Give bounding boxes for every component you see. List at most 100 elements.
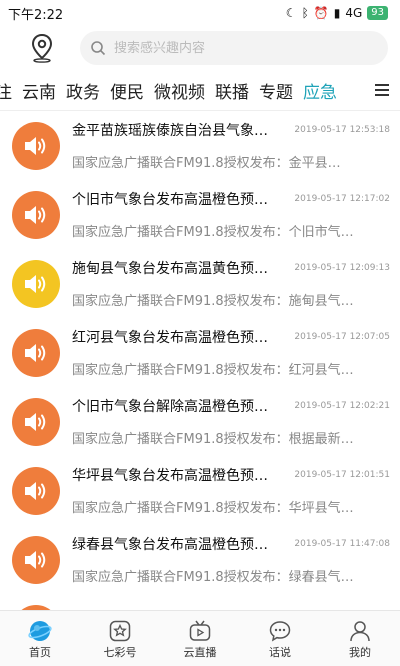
alert-list: 金平苗族瑶族傣族自治县气象… 2019-05-17 12:53:18 国家应急广播联… bbox=[0, 111, 400, 611]
item-time: 2019-05-17 12:07:05 bbox=[294, 332, 390, 342]
location-button[interactable] bbox=[26, 32, 58, 64]
tab-item[interactable]: 便民 bbox=[105, 78, 149, 103]
speaker-icon bbox=[25, 205, 46, 224]
hamburger-menu-icon bbox=[375, 84, 389, 96]
list-item[interactable]: 绿春县气象台发布高温橙色预… 2019-05-17 11:47:08 国家应急广播联… bbox=[0, 525, 400, 594]
item-title: 红河县气象台发布高温橙色预… bbox=[72, 330, 268, 346]
tab-item[interactable]: 专题 bbox=[254, 78, 298, 103]
header bbox=[0, 26, 400, 70]
status-bar: 下午2:22 ☾ ᛒ ⏰ ▮ 4G 93 bbox=[0, 0, 400, 26]
item-title: 施甸县气象台发布高温黄色预… bbox=[72, 261, 268, 277]
tab-item[interactable]: 应急 bbox=[298, 78, 342, 103]
alert-avatar bbox=[12, 466, 60, 515]
speaker-icon bbox=[25, 343, 46, 362]
item-time: 2019-05-17 12:17:02 bbox=[294, 194, 390, 204]
item-time: 2019-05-17 11:47:08 bbox=[294, 539, 390, 549]
nav-live-label: 云直播 bbox=[183, 645, 217, 659]
item-header: 个旧市气象台解除高温橙色预… 2019-05-17 12:02:21 bbox=[72, 396, 400, 416]
chat-icon bbox=[269, 620, 291, 642]
nav-qicaihao-label: 七彩号 bbox=[103, 645, 137, 659]
item-text: 个旧市气象台解除高温橙色预… 2019-05-17 12:02:21 国家应急广播联… bbox=[72, 396, 400, 447]
item-desc: 国家应急广播联合FM91.8授权发布：个旧市气… bbox=[72, 225, 354, 240]
alert-avatar bbox=[12, 259, 60, 308]
user-icon bbox=[350, 620, 370, 641]
item-title: 个旧市气象台发布高温橙色预… bbox=[72, 192, 268, 208]
alert-avatar bbox=[12, 535, 60, 584]
item-desc: 国家应急广播联合FM91.8授权发布：红河县气… bbox=[72, 363, 354, 378]
item-title: 个旧市气象台解除高温橙色预… bbox=[72, 399, 268, 415]
signal-icon: ▮ bbox=[333, 6, 341, 20]
item-header: 施甸县气象台发布高温黄色预… 2019-05-17 12:09:13 bbox=[72, 258, 400, 278]
list-item[interactable]: 个旧市气象台发布高温橙色预… 2019-05-17 12:17:02 国家应急广播联… bbox=[0, 180, 400, 249]
list-item[interactable]: 华坪县气象台发布高温橙色预… 2019-05-17 12:01:51 国家应急广播联… bbox=[0, 456, 400, 525]
nav-mine-label: 我的 bbox=[349, 645, 371, 659]
category-tabs: 注云南 政务 便民 微视频 联播 专题 应急 bbox=[0, 70, 400, 111]
item-time: 2019-05-17 12:09:13 bbox=[294, 263, 390, 273]
item-header: 金平苗族瑶族傣族自治县气象… 2019-05-17 12:53:18 bbox=[72, 120, 400, 140]
item-text: 施甸县气象台发布高温黄色预… 2019-05-17 12:09:13 国家应急广播联… bbox=[72, 258, 400, 309]
nav-home[interactable]: 首页 bbox=[0, 611, 80, 666]
tab-item[interactable]: 政务 bbox=[61, 78, 105, 103]
item-text: 绿春县气象台发布高温橙色预… 2019-05-17 11:47:08 国家应急广播联… bbox=[72, 534, 400, 585]
list-item[interactable] bbox=[0, 594, 400, 611]
item-desc: 国家应急广播联合FM91.8授权发布：金平县… bbox=[72, 156, 341, 171]
search-icon bbox=[91, 41, 106, 56]
item-text: 红河县气象台发布高温橙色预… 2019-05-17 12:07:05 国家应急广播联… bbox=[72, 327, 400, 378]
menu-button[interactable] bbox=[364, 70, 400, 110]
bluetooth-icon: ᛒ bbox=[301, 6, 309, 20]
alert-avatar bbox=[12, 328, 60, 377]
item-time: 2019-05-17 12:02:21 bbox=[294, 401, 390, 411]
bottom-nav: 首页 七彩号 云直播 话说 我的 bbox=[0, 610, 400, 666]
tab-item[interactable]: 云南 bbox=[17, 78, 61, 103]
tab-scroll: 注云南 政务 便民 微视频 联播 专题 应急 bbox=[0, 78, 364, 103]
nav-mine[interactable]: 我的 bbox=[320, 611, 400, 666]
item-title: 华坪县气象台发布高温橙色预… bbox=[72, 468, 268, 484]
nav-live[interactable]: 云直播 bbox=[160, 611, 240, 666]
star-icon bbox=[109, 620, 131, 641]
battery-icon: 93 bbox=[367, 6, 388, 20]
alert-avatar bbox=[12, 121, 60, 170]
item-desc: 国家应急广播联合FM91.8授权发布：施甸县气… bbox=[72, 294, 354, 309]
list-item[interactable]: 金平苗族瑶族傣族自治县气象… 2019-05-17 12:53:18 国家应急广播联… bbox=[0, 111, 400, 180]
item-header: 红河县气象台发布高温橙色预… 2019-05-17 12:07:05 bbox=[72, 327, 400, 347]
status-time: 下午2:22 bbox=[8, 7, 64, 23]
alert-avatar bbox=[12, 190, 60, 239]
item-header: 华坪县气象台发布高温橙色预… 2019-05-17 12:01:51 bbox=[72, 465, 400, 485]
moon-icon: ☾ bbox=[285, 6, 297, 20]
tv-icon bbox=[189, 620, 211, 641]
item-desc: 国家应急广播联合FM91.8授权发布：华坪县气… bbox=[72, 501, 354, 516]
list-item[interactable]: 施甸县气象台发布高温黄色预… 2019-05-17 12:09:13 国家应急广播联… bbox=[0, 249, 400, 318]
home-globe-icon bbox=[28, 620, 52, 641]
list-item[interactable]: 个旧市气象台解除高温橙色预… 2019-05-17 12:02:21 国家应急广播联… bbox=[0, 387, 400, 456]
speaker-icon bbox=[25, 481, 46, 500]
network-label: 4G bbox=[345, 6, 363, 20]
list-item[interactable]: 红河县气象台发布高温橙色预… 2019-05-17 12:07:05 国家应急广播联… bbox=[0, 318, 400, 387]
nav-talk[interactable]: 话说 bbox=[240, 611, 320, 666]
tab-item[interactable]: 联播 bbox=[210, 78, 254, 103]
speaker-icon bbox=[25, 136, 46, 155]
speaker-icon bbox=[25, 412, 46, 431]
item-title: 绿春县气象台发布高温橙色预… bbox=[72, 537, 268, 553]
nav-qicaihao[interactable]: 七彩号 bbox=[80, 611, 160, 666]
search-bar[interactable] bbox=[80, 31, 388, 65]
item-text: 华坪县气象台发布高温橙色预… 2019-05-17 12:01:51 国家应急广播联… bbox=[72, 465, 400, 516]
item-time: 2019-05-17 12:53:18 bbox=[294, 125, 390, 135]
search-input[interactable] bbox=[112, 39, 378, 57]
alert-avatar bbox=[12, 397, 60, 446]
item-header: 绿春县气象台发布高温橙色预… 2019-05-17 11:47:08 bbox=[72, 534, 400, 554]
item-desc: 国家应急广播联合FM91.8授权发布：根据最新… bbox=[72, 432, 354, 447]
item-text: 个旧市气象台发布高温橙色预… 2019-05-17 12:17:02 国家应急广播联… bbox=[72, 189, 400, 240]
tab-item[interactable]: 注 bbox=[0, 78, 17, 103]
status-icons: ☾ ᛒ ⏰ ▮ 4G 93 bbox=[286, 6, 388, 20]
item-time: 2019-05-17 12:01:51 bbox=[294, 470, 390, 480]
location-pin-icon bbox=[31, 33, 53, 63]
item-header: 个旧市气象台发布高温橙色预… 2019-05-17 12:17:02 bbox=[72, 189, 400, 209]
item-text: 金平苗族瑶族傣族自治县气象… 2019-05-17 12:53:18 国家应急广播联… bbox=[72, 120, 400, 171]
nav-home-label: 首页 bbox=[29, 645, 51, 659]
tab-item[interactable]: 微视频 bbox=[149, 78, 210, 103]
nav-talk-label: 话说 bbox=[269, 645, 291, 659]
speaker-icon bbox=[25, 274, 46, 293]
alarm-icon: ⏰ bbox=[313, 6, 329, 20]
speaker-icon bbox=[25, 550, 46, 569]
item-title: 金平苗族瑶族傣族自治县气象… bbox=[72, 123, 268, 139]
